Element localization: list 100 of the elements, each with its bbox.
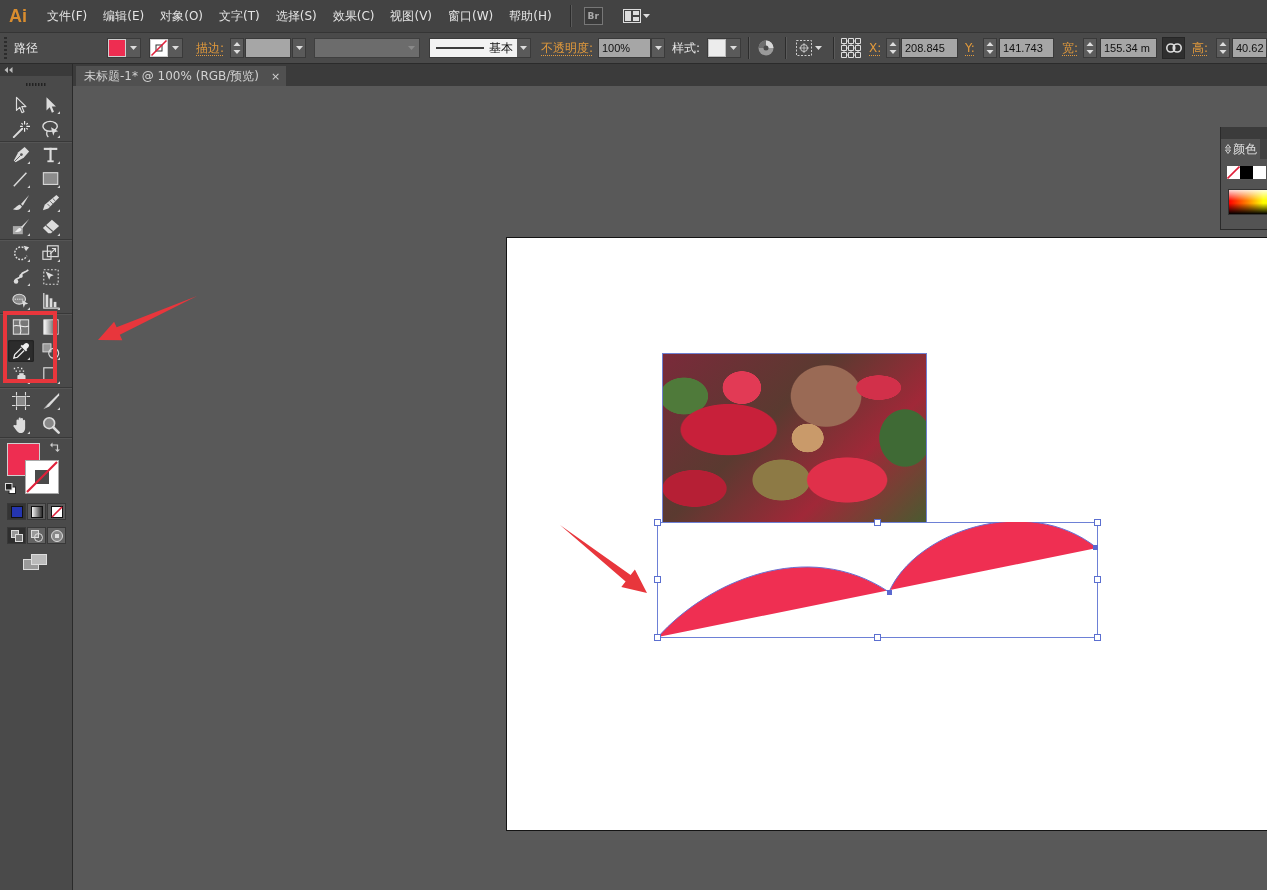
resize-handle[interactable] — [1094, 576, 1101, 583]
caret-icon — [520, 46, 527, 50]
reference-point-button[interactable] — [840, 37, 862, 59]
resize-handle[interactable] — [654, 519, 661, 526]
none-mode-button[interactable] — [47, 503, 66, 520]
width-link[interactable]: 宽: — [1062, 39, 1080, 57]
eyedropper-icon — [12, 342, 30, 360]
y-link[interactable]: Y: — [965, 41, 979, 55]
highlight-frame — [3, 311, 57, 383]
mesh-icon — [12, 318, 30, 336]
stroke-style-dropdown[interactable]: 基本 — [429, 38, 531, 58]
menu-item[interactable]: 视图(V) — [384, 4, 439, 28]
panel-tab[interactable]: 颜色 — [1221, 139, 1260, 159]
height-link[interactable]: 高: — [1192, 39, 1210, 57]
scale-icon — [42, 244, 60, 262]
menu-item[interactable]: 选择(S) — [269, 4, 323, 28]
up-down-arrows-icon — [1219, 41, 1227, 55]
app-logo: Ai — [9, 5, 28, 27]
recolor-button[interactable] — [757, 38, 775, 58]
fill-swatch-icon — [108, 39, 126, 57]
bar-graph-icon — [42, 292, 60, 310]
bridge-button[interactable]: Br — [583, 7, 603, 25]
menu-item[interactable]: 编辑(E) — [97, 4, 151, 28]
stacked-windows-icon — [23, 554, 47, 570]
artboard-icon — [12, 392, 30, 410]
menu-item[interactable]: 效果(C) — [326, 4, 381, 28]
blend-icon — [42, 342, 60, 360]
warp-icon — [12, 268, 30, 286]
opacity-field[interactable]: 100% — [598, 38, 651, 58]
fill-color-dropdown[interactable] — [107, 38, 141, 58]
resize-handle[interactable] — [874, 519, 881, 526]
x-link[interactable]: X: — [869, 41, 883, 55]
magic-wand-icon — [12, 120, 30, 138]
stroke-weight-field[interactable] — [245, 38, 291, 58]
draw-mode-button[interactable] — [47, 527, 66, 544]
align-button[interactable] — [796, 38, 824, 58]
opacity-panel-link[interactable]: 不透明度: — [541, 39, 595, 57]
no-stroke-swatch-icon — [150, 39, 168, 57]
menu-item[interactable]: 帮助(H) — [503, 4, 558, 28]
stroke-color-dropdown[interactable] — [149, 38, 183, 58]
color-spectrum[interactable] — [1228, 189, 1267, 215]
caret-icon — [642, 14, 650, 18]
y-field[interactable]: 141.743 — [999, 38, 1054, 58]
none-swatch-icon[interactable] — [1227, 166, 1240, 179]
caret-icon — [815, 46, 822, 50]
no-stroke-swatch-icon[interactable] — [25, 460, 59, 494]
pencil-icon — [42, 194, 60, 212]
stepper-button[interactable] — [1216, 38, 1230, 58]
resize-handle[interactable] — [654, 634, 661, 641]
stepper-button[interactable] — [886, 38, 900, 58]
graphic-style-dropdown[interactable] — [707, 38, 741, 58]
reference-point-icon — [841, 38, 861, 58]
style-swatch-icon — [708, 39, 726, 57]
up-down-arrows-icon — [889, 41, 897, 55]
menu-item[interactable]: 窗口(W) — [442, 4, 500, 28]
resize-handle[interactable] — [1094, 634, 1101, 641]
x-field[interactable]: 208.845 — [901, 38, 958, 58]
dropdown-button[interactable] — [292, 38, 306, 58]
dropdown-button[interactable] — [651, 38, 665, 58]
color-square-icon — [10, 505, 23, 518]
shape-builder-icon — [12, 292, 30, 310]
width-field[interactable]: 155.34 m — [1100, 38, 1157, 58]
screen-mode-button[interactable] — [22, 553, 48, 571]
gradient-mode-button[interactable] — [27, 503, 46, 520]
up-down-arrows-icon — [1225, 144, 1231, 154]
menu-item[interactable]: 文字(T) — [213, 4, 266, 28]
caret-icon — [295, 46, 303, 50]
height-field[interactable]: 40.62 — [1232, 38, 1267, 58]
workspace-layout-button[interactable] — [622, 7, 650, 25]
swap-arrows-icon[interactable] — [50, 442, 60, 452]
lasso-icon — [42, 120, 60, 138]
tool-button[interactable] — [8, 340, 34, 362]
document-title: 未标题-1* @ 100% (RGB/预览) — [84, 67, 259, 85]
none-slash-icon — [50, 505, 63, 518]
draw-mode-button[interactable] — [27, 527, 46, 544]
magnifier-icon — [42, 416, 60, 434]
resize-handle[interactable] — [654, 576, 661, 583]
menu-item[interactable]: 文件(F) — [41, 4, 94, 28]
collapse-icon — [4, 67, 13, 73]
resize-handle[interactable] — [1094, 519, 1101, 526]
stepper-button[interactable] — [983, 38, 997, 58]
close-button[interactable]: × — [271, 70, 281, 82]
color-mode-button[interactable] — [7, 503, 26, 520]
resize-handle[interactable] — [874, 634, 881, 641]
line-icon — [12, 170, 30, 188]
stepper-button[interactable] — [230, 38, 244, 58]
style-label: 样式: — [672, 39, 702, 57]
caret-icon — [654, 46, 662, 50]
draw-mode-button[interactable] — [7, 527, 26, 544]
constrain-proportions-button[interactable] — [1162, 37, 1185, 59]
eraser-icon — [42, 218, 60, 236]
swatch-icon[interactable] — [1253, 166, 1266, 179]
pen-nib-icon — [12, 146, 30, 164]
stepper-button[interactable] — [1083, 38, 1097, 58]
stroke-panel-link[interactable]: 描边: — [196, 39, 226, 57]
menu-item[interactable]: 对象(O) — [154, 4, 210, 28]
caret-icon — [172, 46, 179, 50]
swatch-icon[interactable] — [1240, 166, 1253, 179]
default-colors-icon[interactable] — [5, 483, 16, 494]
document-tab[interactable]: 未标题-1* @ 100% (RGB/预览) × — [76, 66, 287, 86]
